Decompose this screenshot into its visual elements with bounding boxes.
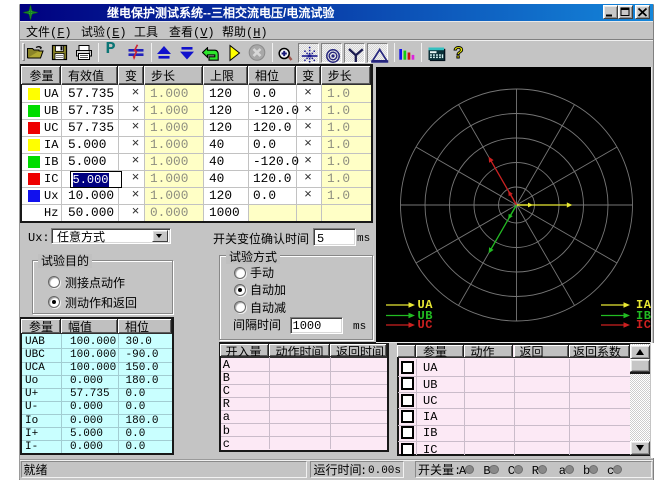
svg-text:?: ? [453,43,463,62]
